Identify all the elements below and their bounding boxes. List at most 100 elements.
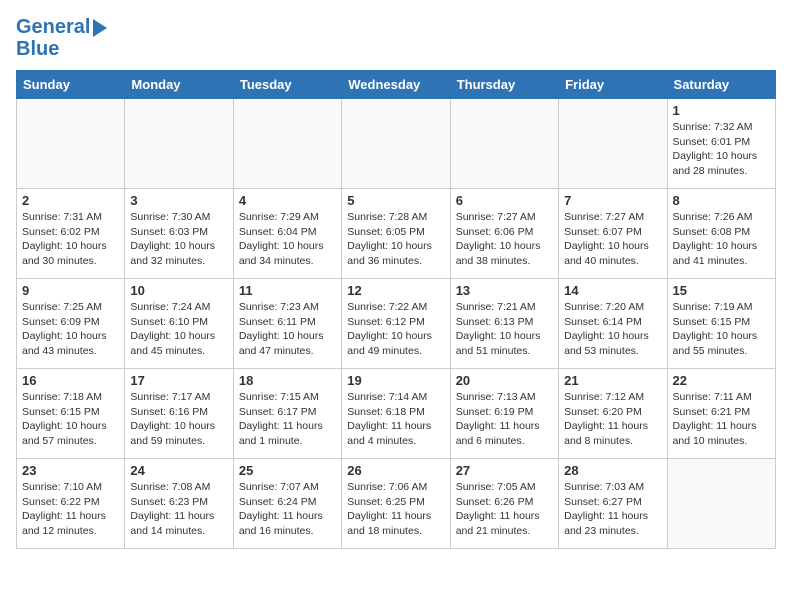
calendar-cell: 26 Sunrise: 7:06 AM Sunset: 6:25 PM Dayli… bbox=[342, 459, 450, 549]
day-number: 7 bbox=[564, 193, 661, 208]
day-info: Sunrise: 7:31 AM Sunset: 6:02 PM Dayligh… bbox=[22, 210, 119, 269]
day-info: Sunrise: 7:07 AM Sunset: 6:24 PM Dayligh… bbox=[239, 480, 336, 539]
day-info: Sunrise: 7:03 AM Sunset: 6:27 PM Dayligh… bbox=[564, 480, 661, 539]
day-info: Sunrise: 7:19 AM Sunset: 6:15 PM Dayligh… bbox=[673, 300, 770, 359]
calendar-cell bbox=[559, 99, 667, 189]
day-number: 17 bbox=[130, 373, 227, 388]
calendar-cell: 4Sunrise: 7:29 AM Sunset: 6:04 PM Daylig… bbox=[233, 189, 341, 279]
day-number: 6 bbox=[456, 193, 553, 208]
day-info: Sunrise: 7:17 AM Sunset: 6:16 PM Dayligh… bbox=[130, 390, 227, 449]
day-number: 15 bbox=[673, 283, 770, 298]
day-info: Sunrise: 7:08 AM Sunset: 6:23 PM Dayligh… bbox=[130, 480, 227, 539]
day-info: Sunrise: 7:28 AM Sunset: 6:05 PM Dayligh… bbox=[347, 210, 444, 269]
weekday-header-row: SundayMondayTuesdayWednesdayThursdayFrid… bbox=[17, 71, 776, 99]
calendar-table: SundayMondayTuesdayWednesdayThursdayFrid… bbox=[16, 70, 776, 549]
calendar-cell: 14 Sunrise: 7:20 AM Sunset: 6:14 PM Dayli… bbox=[559, 279, 667, 369]
calendar-cell bbox=[667, 459, 775, 549]
calendar-cell: 17 Sunrise: 7:17 AM Sunset: 6:16 PM Dayli… bbox=[125, 369, 233, 459]
logo-triangle-icon bbox=[93, 19, 107, 37]
day-info: Sunrise: 7:22 AM Sunset: 6:12 PM Dayligh… bbox=[347, 300, 444, 359]
calendar-cell bbox=[125, 99, 233, 189]
weekday-header-tuesday: Tuesday bbox=[233, 71, 341, 99]
weekday-header-sunday: Sunday bbox=[17, 71, 125, 99]
day-info: Sunrise: 7:06 AM Sunset: 6:25 PM Dayligh… bbox=[347, 480, 444, 539]
day-number: 24 bbox=[130, 463, 227, 478]
calendar-cell: 5 Sunrise: 7:28 AM Sunset: 6:05 PM Daylig… bbox=[342, 189, 450, 279]
calendar-cell: 27Sunrise: 7:05 AM Sunset: 6:26 PM Dayli… bbox=[450, 459, 558, 549]
week-row-3: 16 Sunrise: 7:18 AM Sunset: 6:15 PM Dayli… bbox=[17, 369, 776, 459]
calendar-cell: 20 Sunrise: 7:13 AM Sunset: 6:19 PM Dayli… bbox=[450, 369, 558, 459]
calendar-cell bbox=[233, 99, 341, 189]
day-info: Sunrise: 7:10 AM Sunset: 6:22 PM Dayligh… bbox=[22, 480, 119, 539]
day-number: 26 bbox=[347, 463, 444, 478]
calendar-cell: 28 Sunrise: 7:03 AM Sunset: 6:27 PM Dayli… bbox=[559, 459, 667, 549]
week-row-2: 9 Sunrise: 7:25 AM Sunset: 6:09 PM Daylig… bbox=[17, 279, 776, 369]
day-number: 5 bbox=[347, 193, 444, 208]
day-info: Sunrise: 7:15 AM Sunset: 6:17 PM Dayligh… bbox=[239, 390, 336, 449]
day-number: 20 bbox=[456, 373, 553, 388]
weekday-header-thursday: Thursday bbox=[450, 71, 558, 99]
calendar-cell: 12 Sunrise: 7:22 AM Sunset: 6:12 PM Dayli… bbox=[342, 279, 450, 369]
calendar-cell: 1 Sunrise: 7:32 AM Sunset: 6:01 PM Daylig… bbox=[667, 99, 775, 189]
calendar-cell: 7 Sunrise: 7:27 AM Sunset: 6:07 PM Daylig… bbox=[559, 189, 667, 279]
calendar-cell: 25 Sunrise: 7:07 AM Sunset: 6:24 PM Dayli… bbox=[233, 459, 341, 549]
day-info: Sunrise: 7:25 AM Sunset: 6:09 PM Dayligh… bbox=[22, 300, 119, 359]
calendar-cell: 3 Sunrise: 7:30 AM Sunset: 6:03 PM Daylig… bbox=[125, 189, 233, 279]
day-number: 19 bbox=[347, 373, 444, 388]
calendar-cell bbox=[450, 99, 558, 189]
weekday-header-saturday: Saturday bbox=[667, 71, 775, 99]
day-number: 13 bbox=[456, 283, 553, 298]
calendar-cell: 2Sunrise: 7:31 AM Sunset: 6:02 PM Daylig… bbox=[17, 189, 125, 279]
calendar-cell bbox=[342, 99, 450, 189]
calendar-cell: 15 Sunrise: 7:19 AM Sunset: 6:15 PM Dayli… bbox=[667, 279, 775, 369]
day-number: 22 bbox=[673, 373, 770, 388]
day-info: Sunrise: 7:27 AM Sunset: 6:06 PM Dayligh… bbox=[456, 210, 553, 269]
week-row-4: 23 Sunrise: 7:10 AM Sunset: 6:22 PM Dayli… bbox=[17, 459, 776, 549]
day-number: 1 bbox=[673, 103, 770, 118]
calendar-cell: 23 Sunrise: 7:10 AM Sunset: 6:22 PM Dayli… bbox=[17, 459, 125, 549]
day-number: 11 bbox=[239, 283, 336, 298]
logo: General Blue bbox=[16, 16, 107, 60]
day-number: 8 bbox=[673, 193, 770, 208]
calendar-cell: 6 Sunrise: 7:27 AM Sunset: 6:06 PM Daylig… bbox=[450, 189, 558, 279]
day-number: 27 bbox=[456, 463, 553, 478]
day-info: Sunrise: 7:24 AM Sunset: 6:10 PM Dayligh… bbox=[130, 300, 227, 359]
calendar-cell: 22Sunrise: 7:11 AM Sunset: 6:21 PM Dayli… bbox=[667, 369, 775, 459]
day-info: Sunrise: 7:26 AM Sunset: 6:08 PM Dayligh… bbox=[673, 210, 770, 269]
calendar-cell: 8 Sunrise: 7:26 AM Sunset: 6:08 PM Daylig… bbox=[667, 189, 775, 279]
day-number: 9 bbox=[22, 283, 119, 298]
day-number: 23 bbox=[22, 463, 119, 478]
day-number: 12 bbox=[347, 283, 444, 298]
day-info: Sunrise: 7:27 AM Sunset: 6:07 PM Dayligh… bbox=[564, 210, 661, 269]
day-number: 18 bbox=[239, 373, 336, 388]
day-info: Sunrise: 7:23 AM Sunset: 6:11 PM Dayligh… bbox=[239, 300, 336, 359]
day-number: 21 bbox=[564, 373, 661, 388]
day-info: Sunrise: 7:18 AM Sunset: 6:15 PM Dayligh… bbox=[22, 390, 119, 449]
weekday-header-monday: Monday bbox=[125, 71, 233, 99]
day-info: Sunrise: 7:30 AM Sunset: 6:03 PM Dayligh… bbox=[130, 210, 227, 269]
calendar-cell: 9 Sunrise: 7:25 AM Sunset: 6:09 PM Daylig… bbox=[17, 279, 125, 369]
day-number: 14 bbox=[564, 283, 661, 298]
calendar-cell: 11 Sunrise: 7:23 AM Sunset: 6:11 PM Dayli… bbox=[233, 279, 341, 369]
weekday-header-wednesday: Wednesday bbox=[342, 71, 450, 99]
calendar-cell: 13 Sunrise: 7:21 AM Sunset: 6:13 PM Dayli… bbox=[450, 279, 558, 369]
logo-text: General bbox=[16, 16, 107, 38]
day-number: 28 bbox=[564, 463, 661, 478]
day-number: 16 bbox=[22, 373, 119, 388]
calendar-cell: 21 Sunrise: 7:12 AM Sunset: 6:20 PM Dayli… bbox=[559, 369, 667, 459]
calendar-cell: 19Sunrise: 7:14 AM Sunset: 6:18 PM Dayli… bbox=[342, 369, 450, 459]
day-number: 25 bbox=[239, 463, 336, 478]
day-info: Sunrise: 7:12 AM Sunset: 6:20 PM Dayligh… bbox=[564, 390, 661, 449]
week-row-1: 2Sunrise: 7:31 AM Sunset: 6:02 PM Daylig… bbox=[17, 189, 776, 279]
day-info: Sunrise: 7:21 AM Sunset: 6:13 PM Dayligh… bbox=[456, 300, 553, 359]
day-info: Sunrise: 7:13 AM Sunset: 6:19 PM Dayligh… bbox=[456, 390, 553, 449]
calendar-cell: 10 Sunrise: 7:24 AM Sunset: 6:10 PM Dayli… bbox=[125, 279, 233, 369]
day-number: 3 bbox=[130, 193, 227, 208]
calendar-cell: 18 Sunrise: 7:15 AM Sunset: 6:17 PM Dayli… bbox=[233, 369, 341, 459]
week-row-0: 1 Sunrise: 7:32 AM Sunset: 6:01 PM Daylig… bbox=[17, 99, 776, 189]
day-info: Sunrise: 7:20 AM Sunset: 6:14 PM Dayligh… bbox=[564, 300, 661, 359]
weekday-header-friday: Friday bbox=[559, 71, 667, 99]
day-info: Sunrise: 7:32 AM Sunset: 6:01 PM Dayligh… bbox=[673, 120, 770, 179]
day-number: 10 bbox=[130, 283, 227, 298]
day-info: Sunrise: 7:29 AM Sunset: 6:04 PM Dayligh… bbox=[239, 210, 336, 269]
